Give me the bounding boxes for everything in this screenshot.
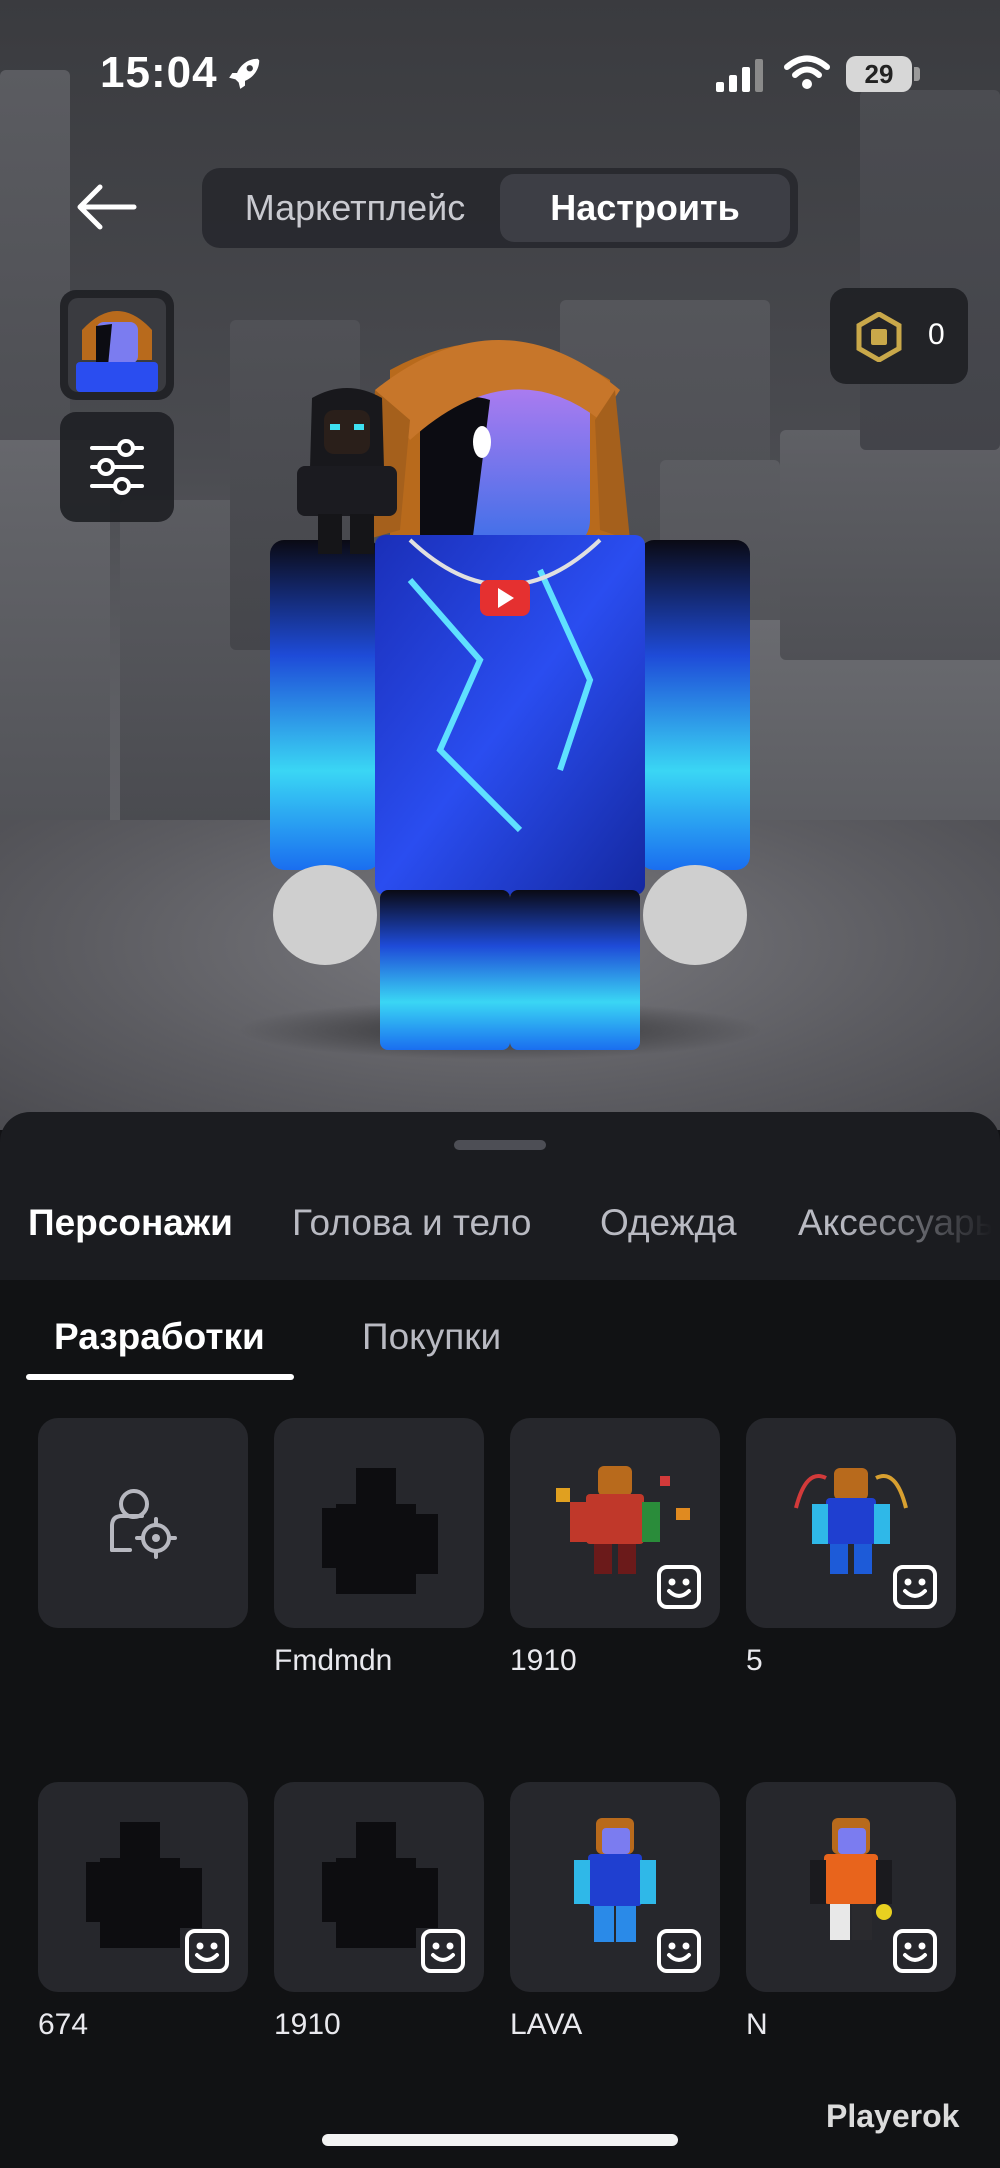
subtab-purchases[interactable]: Покупки <box>362 1316 501 1358</box>
character-card[interactable] <box>38 1782 248 1992</box>
robux-balance: 0 <box>928 318 945 351</box>
character-card[interactable] <box>746 1418 956 1628</box>
tab-marketplace[interactable]: Маркетплейс <box>210 174 500 242</box>
tab-head-body[interactable]: Голова и тело <box>292 1202 531 1244</box>
rocket-icon <box>229 58 260 89</box>
create-character-icon <box>110 1489 177 1559</box>
tabs-fade <box>840 1192 1000 1272</box>
wifi-icon <box>784 55 830 89</box>
home-indicator[interactable] <box>322 2134 678 2146</box>
mode-switcher: Маркетплейс Настроить <box>202 168 798 248</box>
character-name: 674 <box>38 2008 89 2041</box>
robux-icon <box>856 312 902 362</box>
avatar-face-icon <box>657 1565 701 1609</box>
character-name: Fmdmdn <box>274 1644 393 1677</box>
character-name: 1910 <box>274 2008 341 2041</box>
character-name: 5 <box>746 1644 763 1677</box>
back-arrow-icon[interactable] <box>74 182 138 232</box>
tab-characters[interactable]: Персонажи <box>28 1202 233 1244</box>
avatar-thumbnail <box>68 298 166 392</box>
character-card[interactable] <box>510 1418 720 1628</box>
avatar-face-icon <box>893 1565 937 1609</box>
status-time: 15:04 <box>100 48 218 97</box>
battery-cap <box>914 67 920 81</box>
tab-customize[interactable]: Настроить <box>500 174 790 242</box>
character-card[interactable] <box>746 1782 956 1992</box>
sheet-drag-handle[interactable] <box>454 1140 546 1150</box>
watermark-text: Playerok <box>826 2098 960 2134</box>
sliders-icon <box>90 439 144 495</box>
bg-block <box>860 90 1000 450</box>
create-character-card[interactable] <box>38 1418 248 1628</box>
character-card[interactable] <box>510 1782 720 1992</box>
character-name: 1910 <box>510 1644 577 1677</box>
character-silhouette <box>322 1468 438 1594</box>
avatar-face-icon <box>893 1929 937 1973</box>
robux-balance-button[interactable]: 0 <box>830 288 968 384</box>
pet-avatar <box>297 388 397 554</box>
battery-indicator: 29 <box>846 56 912 92</box>
adjust-settings-button[interactable] <box>60 412 174 522</box>
character-name: N <box>746 2008 768 2041</box>
characters-grid: Fmdmdn 1910 5 674 1910 LAVA N <box>0 1380 1000 2168</box>
tab-clothing[interactable]: Одежда <box>600 1202 737 1244</box>
cellular-signal-icon <box>716 59 763 92</box>
avatar-face-icon <box>657 1929 701 1973</box>
character-card[interactable] <box>274 1418 484 1628</box>
subtab-creations[interactable]: Разработки <box>54 1316 265 1358</box>
avatar-thumbnail-button[interactable] <box>60 290 174 400</box>
bg-block <box>780 430 1000 660</box>
avatar-face-icon <box>421 1929 465 1973</box>
avatar-face-icon <box>185 1929 229 1973</box>
character-card[interactable] <box>274 1782 484 1992</box>
character-name: LAVA <box>510 2008 583 2041</box>
